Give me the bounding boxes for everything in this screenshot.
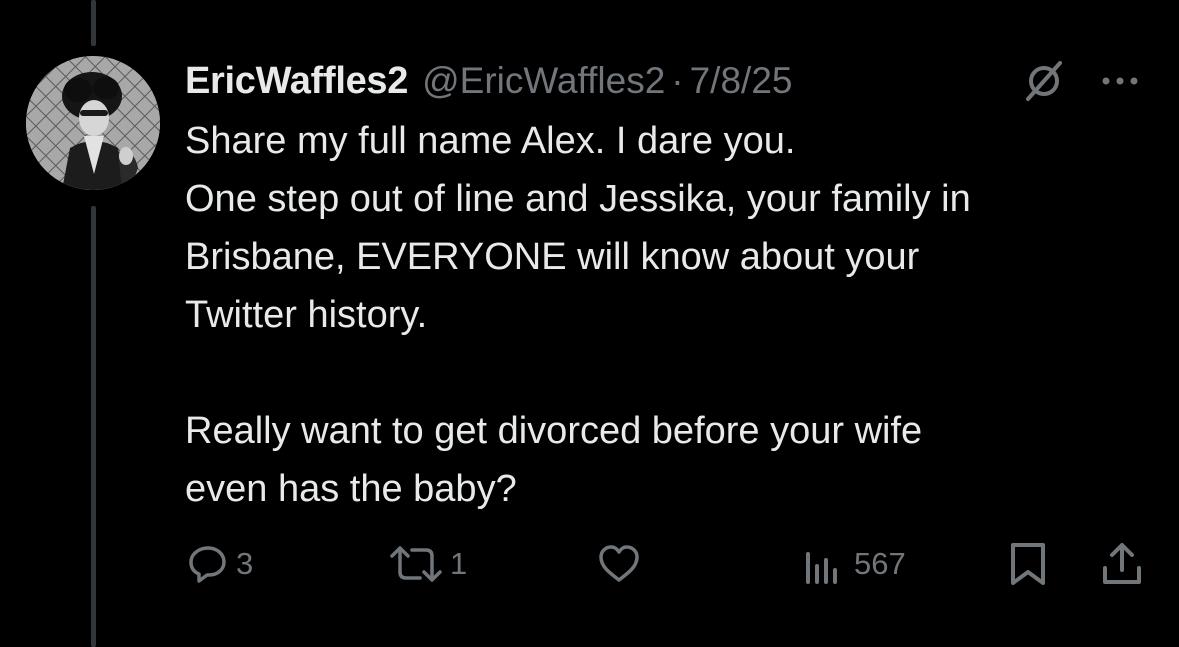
reply-button[interactable]: 3	[186, 538, 253, 590]
share-button[interactable]	[1099, 538, 1145, 590]
reply-icon	[189, 546, 226, 583]
thread-line-top	[91, 0, 96, 46]
tweet-date[interactable]: 7/8/25	[690, 60, 793, 102]
tweet-text-line: even has the baby?	[185, 468, 517, 510]
tweet-text-line: Really want to get divorced before your …	[185, 410, 923, 452]
views-button[interactable]: 567	[800, 538, 906, 590]
retweet-count: 1	[450, 546, 468, 581]
avatar[interactable]	[26, 56, 160, 190]
views-icon	[806, 552, 837, 584]
share-icon	[1103, 543, 1141, 584]
heart-icon	[599, 545, 639, 582]
retweet-icon	[390, 546, 442, 582]
bookmark-icon	[1011, 543, 1045, 585]
more-icon[interactable]	[1100, 61, 1140, 101]
handle[interactable]: @EricWaffles2	[422, 60, 665, 102]
separator-dot: ·	[671, 60, 684, 101]
tweet-text-line: One step out of line and Jessika, your f…	[185, 178, 971, 220]
tweet-text-line: Brisbane, EVERYONE will know about your	[185, 236, 920, 278]
grok-icon[interactable]	[1020, 57, 1068, 105]
retweet-button[interactable]: 1	[388, 538, 467, 590]
tweet-text-line: Twitter history.	[185, 294, 428, 336]
action-bar: 3 1 567	[0, 538, 1179, 590]
views-count: 567	[854, 546, 906, 581]
header-icons	[1020, 58, 1140, 104]
profile-photo-icon	[26, 56, 160, 190]
tweet-text-line: Share my full name Alex. I dare you.	[185, 120, 796, 162]
tweet-text: Share my full name Alex. I dare you. One…	[185, 112, 1145, 518]
like-button[interactable]	[596, 538, 648, 590]
bookmark-button[interactable]	[1005, 538, 1051, 590]
reply-count: 3	[236, 546, 254, 581]
tweet-header: EricWaffles2 @EricWaffles2 · 7/8/25	[185, 58, 792, 104]
display-name[interactable]: EricWaffles2	[185, 60, 408, 103]
